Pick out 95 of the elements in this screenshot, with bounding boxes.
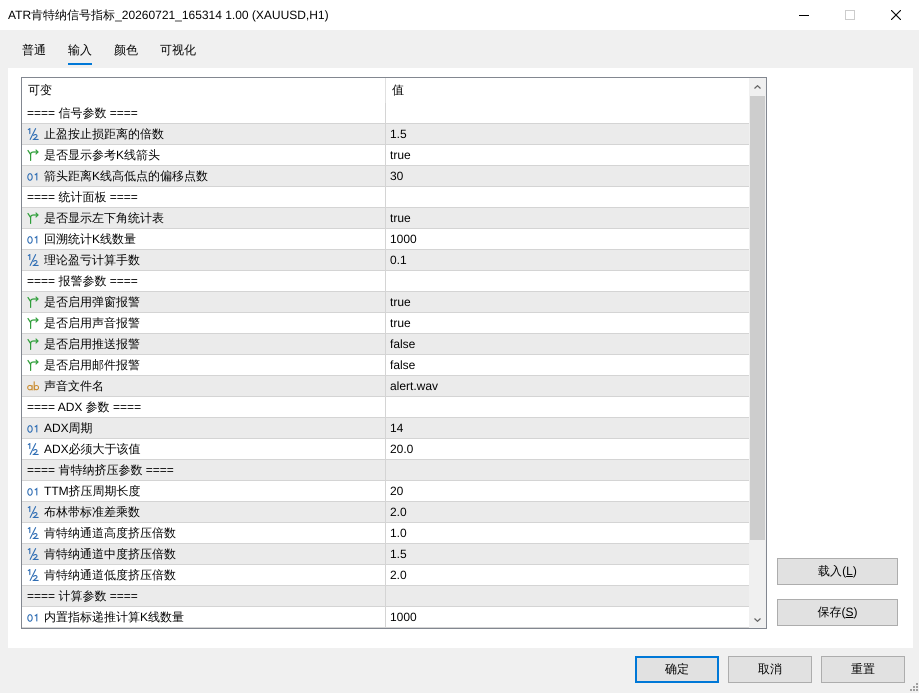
save-button[interactable]: 保存(S) [777, 599, 898, 626]
digits-icon [27, 424, 39, 432]
load-button[interactable]: 载入(L) [777, 558, 898, 585]
close-icon[interactable] [891, 10, 901, 20]
parameter-value: 1.5 [390, 547, 407, 561]
parameter-name: 肯特纳通道中度挤压倍数 [44, 546, 176, 562]
column-header: 值 [392, 82, 404, 99]
fraction-icon [27, 548, 39, 560]
minimize-icon[interactable] [799, 14, 809, 16]
parameter-value: 20.0 [390, 442, 414, 456]
parameter-name: 布林带标准差乘数 [44, 504, 140, 520]
window-title: ATR肯特纳信号指标_20260721_165314 1.00 (XAUUSD,H1) [7, 6, 330, 24]
parameter-value: false [390, 337, 416, 351]
parameter-value: true [390, 148, 411, 162]
parameter-value: true [390, 211, 411, 225]
parameter-name: 是否启用推送报警 [44, 336, 140, 352]
parameter-value: 14 [390, 421, 404, 435]
table-row[interactable]: 是否显示左下角统计表 true [22, 208, 749, 229]
parameter-name: 是否启用声音报警 [44, 314, 140, 332]
parameter-value: 1000 [390, 232, 417, 246]
branch-arrow-icon [27, 296, 39, 308]
parameter-name: 肯特纳通道高度挤压倍数 [44, 524, 176, 542]
parameter-name: 声音文件名 [44, 378, 104, 394]
scrollbar[interactable] [749, 78, 766, 628]
tab[interactable]: 可视化 [160, 40, 196, 65]
fraction-icon [27, 506, 39, 518]
parameter-name: 内置指标递推计算K线数量 [44, 608, 184, 626]
branch-arrow-icon [27, 359, 39, 371]
parameter-name: ADX必须大于该值 [44, 440, 141, 458]
parameter-name: 肯特纳通道低度挤压倍数 [44, 566, 176, 584]
parameter-value: true [390, 316, 411, 330]
branch-arrow-icon [27, 338, 39, 350]
branch-arrow-icon [27, 149, 39, 161]
fraction-icon [27, 443, 39, 455]
table-row[interactable]: ==== 肯特纳挤压参数 ==== [22, 460, 749, 481]
resize-grip-icon[interactable] [910, 683, 918, 691]
parameter-name: 箭头距离K线高低点的偏移点数 [44, 168, 208, 184]
section-heading: ==== 信号参数 ==== [27, 104, 138, 122]
fraction-icon [27, 527, 39, 539]
chevron-up-icon[interactable] [754, 84, 761, 88]
table-row[interactable]: ==== 计算参数 ==== [22, 586, 749, 607]
fraction-icon [27, 254, 39, 266]
parameter-name: 是否显示左下角统计表 [44, 210, 164, 226]
table-row[interactable]: 是否启用推送报警 false [22, 334, 749, 355]
scrollbar-thumb[interactable] [750, 96, 765, 540]
digits-icon [27, 234, 39, 244]
table-row[interactable]: 理论盈亏计算手数 0.1 [22, 250, 749, 271]
table-row[interactable]: 肯特纳通道中度挤压倍数 1.5 [22, 544, 749, 565]
parameter-name: 回溯统计K线数量 [44, 230, 136, 248]
reset-button[interactable]: 重置 [821, 656, 905, 683]
parameter-value: alert.wav [390, 379, 438, 393]
branch-arrow-icon [27, 317, 39, 329]
parameter-value: 1.5 [390, 127, 407, 141]
column-header: 可变 [28, 82, 52, 99]
section-heading: ==== ADX 参数 ==== [27, 398, 142, 416]
parameter-name: 是否显示参考K线箭头 [44, 146, 160, 164]
ok-button[interactable]: 确定 [635, 656, 719, 683]
parameter-name: ADX周期 [44, 420, 93, 436]
cancel-button[interactable]: 取消 [728, 656, 812, 683]
parameter-value: 2.0 [390, 568, 407, 582]
parameter-value: 0.1 [390, 253, 407, 267]
fraction-icon [27, 128, 39, 140]
parameter-name: 止盈按止损距离的倍数 [44, 126, 164, 142]
tab[interactable]: 输入 [68, 40, 92, 65]
section-heading: ==== 统计面板 ==== [27, 188, 138, 206]
parameter-value: 2.0 [390, 505, 407, 519]
section-heading: ==== 计算参数 ==== [27, 588, 138, 604]
table-row[interactable]: 是否启用弹窗报警 true [22, 292, 749, 313]
section-heading: ==== 报警参数 ==== [27, 272, 138, 290]
parameter-name: 理论盈亏计算手数 [44, 252, 140, 268]
parameter-name: TTM挤压周期长度 [44, 482, 141, 500]
parameter-value: 20 [390, 484, 404, 498]
section-heading: ==== 肯特纳挤压参数 ==== [27, 462, 174, 478]
parameter-value: true [390, 295, 411, 309]
parameter-value: false [390, 358, 416, 372]
table-row[interactable]: 内置指标递推计算K线数量 1000 [22, 607, 749, 628]
letters-icon [27, 381, 39, 391]
branch-arrow-icon [27, 212, 39, 224]
parameter-value: 1000 [390, 610, 417, 624]
fraction-icon [27, 569, 39, 581]
tab[interactable]: 颜色 [114, 40, 138, 65]
digits-icon [27, 612, 39, 622]
digits-icon [27, 486, 39, 496]
table-row[interactable]: 布林带标准差乘数 2.0 [22, 502, 749, 523]
parameter-name: 是否启用邮件报警 [44, 356, 140, 374]
table-row[interactable]: ADX周期 14 [22, 418, 749, 439]
table-row[interactable]: 声音文件名 alert.wav [22, 376, 749, 397]
chevron-down-icon[interactable] [754, 618, 761, 622]
tab[interactable]: 普通 [22, 40, 46, 65]
parameter-name: 是否启用弹窗报警 [44, 294, 140, 310]
parameter-value: 1.0 [390, 526, 407, 540]
table-row[interactable]: 止盈按止损距离的倍数 1.5 [22, 124, 749, 145]
digits-icon [27, 172, 39, 180]
parameter-value: 30 [390, 169, 404, 183]
table-row[interactable]: 箭头距离K线高低点的偏移点数 30 [22, 166, 749, 187]
